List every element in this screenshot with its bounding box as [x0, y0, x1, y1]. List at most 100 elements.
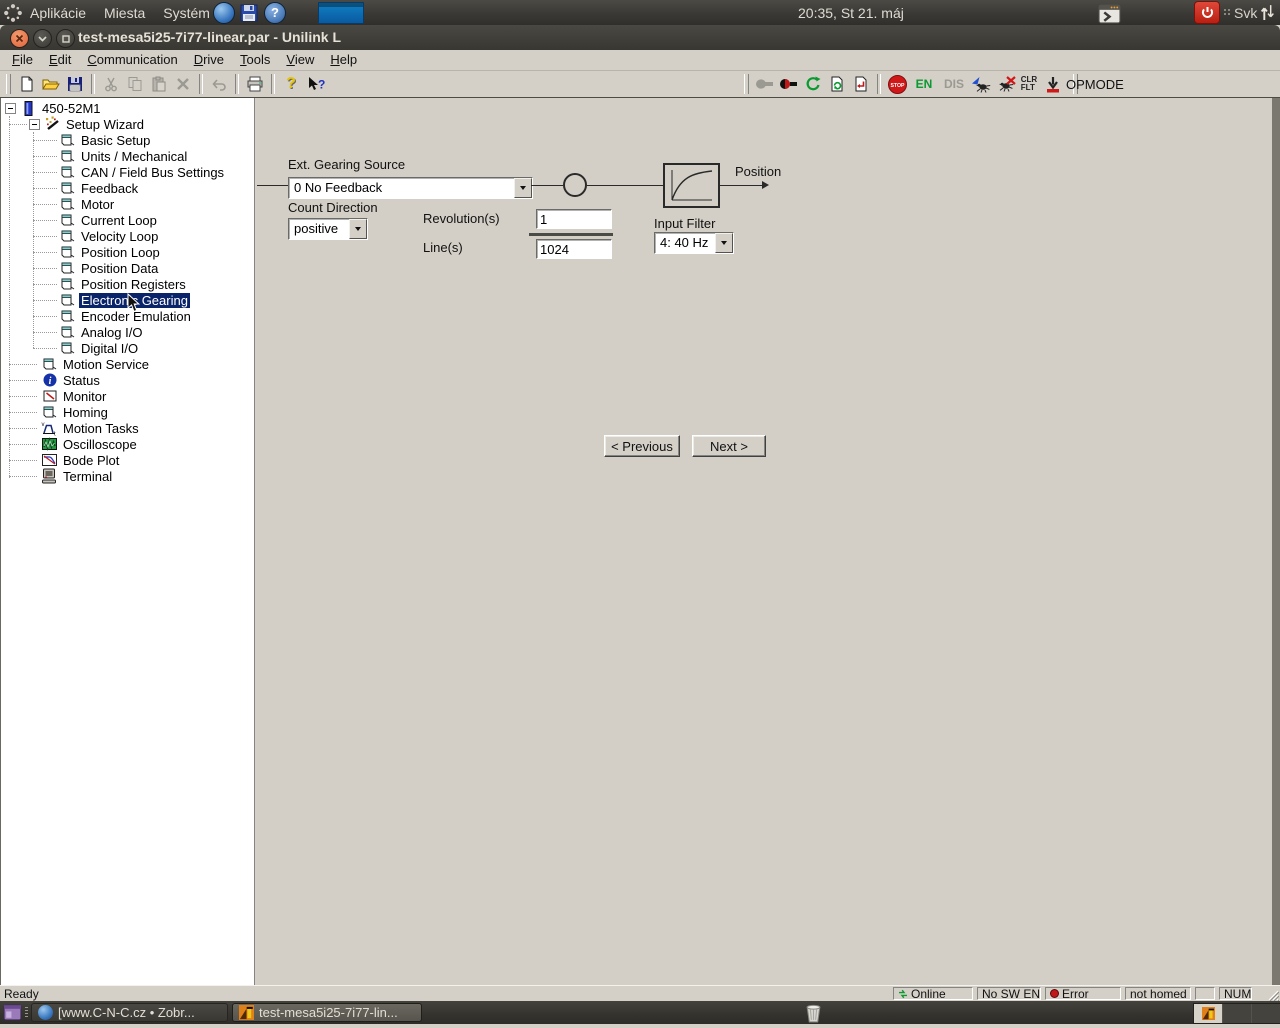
- save-to-drive-button[interactable]: [1041, 72, 1065, 96]
- debug-receive-icon[interactable]: [969, 72, 993, 96]
- taskbar-button-2[interactable]: test-mesa5i25-7i77-lin...: [232, 1003, 422, 1022]
- tree-item-basic-setup[interactable]: Basic Setup: [1, 132, 254, 148]
- new-file-button[interactable]: [15, 72, 39, 96]
- menu-tools[interactable]: Tools: [232, 50, 278, 70]
- count-direction-value: positive: [290, 220, 350, 238]
- tree-item-status[interactable]: iStatus: [1, 372, 254, 388]
- tree-item-velocity-loop[interactable]: Velocity Loop: [1, 228, 254, 244]
- clock[interactable]: 20:35, St 21. máj: [798, 0, 904, 25]
- panel-menu-syst-m[interactable]: Systém: [163, 5, 210, 21]
- open-file-button[interactable]: [39, 72, 63, 96]
- panel-menu-miesta[interactable]: Miesta: [104, 5, 145, 21]
- ext-gearing-source-combobox[interactable]: 0 No Feedback: [288, 177, 533, 199]
- save-button[interactable]: [63, 72, 87, 96]
- enable-button[interactable]: EN: [909, 72, 939, 96]
- debug-clear-icon[interactable]: [993, 72, 1017, 96]
- menu-communication[interactable]: Communication: [79, 50, 185, 70]
- refresh-button[interactable]: [801, 72, 825, 96]
- print-button[interactable]: [243, 72, 267, 96]
- toolbar: ? ? STOP EN DIS CLRFLT OPMODE 1: Analog …: [0, 71, 1280, 97]
- stop-button[interactable]: STOP: [885, 72, 909, 96]
- tree-panel: 450-52M1Setup WizardBasic SetupUnits / M…: [0, 98, 255, 985]
- tree-item-digital-i-o[interactable]: Digital I/O: [1, 340, 254, 356]
- browser-launcher-icon[interactable]: [213, 0, 235, 25]
- previous-button[interactable]: < Previous: [604, 435, 680, 457]
- tree-item-oscilloscope[interactable]: Oscilloscope: [1, 436, 254, 452]
- count-direction-combobox[interactable]: positive: [288, 218, 368, 240]
- tree-item-setup-wizard[interactable]: Setup Wizard: [1, 116, 254, 132]
- menu-edit[interactable]: Edit: [41, 50, 79, 70]
- tree-item-can-field-bus-settings[interactable]: CAN / Field Bus Settings: [1, 164, 254, 180]
- toolbar-grip[interactable]: [6, 74, 11, 94]
- chevron-down-icon[interactable]: [715, 233, 733, 253]
- tree-item-monitor[interactable]: Monitor: [1, 388, 254, 404]
- tree-item-label: Position Data: [79, 261, 160, 276]
- status-panel-online: Online: [893, 987, 973, 1000]
- tree-item-position-data[interactable]: Position Data: [1, 260, 254, 276]
- help-launcher-icon[interactable]: ?: [264, 0, 286, 25]
- mouse-cursor: [127, 293, 140, 313]
- tree-item-homing[interactable]: Homing: [1, 404, 254, 420]
- menu-help[interactable]: Help: [322, 50, 365, 70]
- resize-grip[interactable]: [1266, 988, 1279, 1001]
- tree-item-analog-i-o[interactable]: Analog I/O: [1, 324, 254, 340]
- filter-block-diagram: [663, 163, 720, 208]
- tree-item-450-52m1[interactable]: 450-52M1: [1, 100, 254, 116]
- menu-view[interactable]: View: [278, 50, 322, 70]
- chevron-down-icon[interactable]: [349, 219, 367, 239]
- tree-item-motion-tasks[interactable]: vtMotion Tasks: [1, 420, 254, 436]
- tree-item-units-mechanical[interactable]: Units / Mechanical: [1, 148, 254, 164]
- tree-item-bode-plot[interactable]: Bode Plot: [1, 452, 254, 468]
- tree-item-feedback[interactable]: Feedback: [1, 180, 254, 196]
- toolbar-grip[interactable]: [744, 74, 749, 94]
- revolutions-input[interactable]: [536, 209, 612, 229]
- clear-fault-button[interactable]: CLRFLT: [1017, 72, 1041, 96]
- tree-item-position-registers[interactable]: Position Registers: [1, 276, 254, 292]
- power-button-icon[interactable]: [1194, 2, 1220, 23]
- workspace-3[interactable]: [1251, 1004, 1280, 1023]
- panel-menu-aplik-cie[interactable]: Aplikácie: [30, 5, 86, 21]
- lines-input[interactable]: [536, 239, 612, 259]
- toolbar-separator: [91, 74, 95, 94]
- menu-file[interactable]: File: [4, 50, 41, 70]
- workspace-2[interactable]: [1222, 1004, 1251, 1023]
- trash-icon[interactable]: [804, 1002, 823, 1028]
- taskbar-button-label: test-mesa5i25-7i77-lin...: [259, 1005, 398, 1020]
- tree-item-terminal[interactable]: Terminal: [1, 468, 254, 484]
- chevron-down-icon[interactable]: [514, 178, 532, 198]
- menu-drive[interactable]: Drive: [186, 50, 232, 70]
- write-params-button[interactable]: [849, 72, 873, 96]
- reload-params-button[interactable]: [825, 72, 849, 96]
- minimize-button[interactable]: [33, 29, 52, 48]
- tree-item-current-loop[interactable]: Current Loop: [1, 212, 254, 228]
- connect-offline-icon[interactable]: [753, 72, 777, 96]
- tree-expander-icon[interactable]: [29, 119, 40, 130]
- tree-expander-icon[interactable]: [5, 103, 16, 114]
- revolutions-label: Revolution(s): [423, 211, 500, 226]
- window-titlebar[interactable]: test-mesa5i25-7i77-linear.par - Unilink …: [0, 25, 1280, 50]
- close-button[interactable]: [10, 29, 29, 48]
- help-button[interactable]: ?: [279, 72, 303, 96]
- connect-online-icon[interactable]: [777, 72, 801, 96]
- tree-item-position-loop[interactable]: Position Loop: [1, 244, 254, 260]
- terminal-tray-icon[interactable]: [1098, 1, 1121, 26]
- distro-logo-icon[interactable]: [3, 0, 23, 25]
- save-tray-icon[interactable]: [239, 0, 259, 25]
- next-button[interactable]: Next >: [692, 435, 766, 457]
- taskbar-button-1[interactable]: [www.C-N-C.cz • Zobr...: [31, 1003, 228, 1022]
- keyboard-layout-indicator[interactable]: Svk: [1234, 0, 1257, 25]
- tree-item-label: Terminal: [61, 469, 114, 484]
- page-icon: [59, 196, 76, 212]
- tree-item-motion-service[interactable]: Motion Service: [1, 356, 254, 372]
- tree-item-motor[interactable]: Motor: [1, 196, 254, 212]
- input-filter-combobox[interactable]: 4: 40 Hz: [654, 232, 734, 254]
- signal-wire: [587, 185, 663, 186]
- context-help-button[interactable]: ?: [303, 72, 327, 96]
- updown-arrows-icon[interactable]: [1260, 0, 1275, 25]
- count-direction-label: Count Direction: [288, 200, 378, 215]
- taskbar-handle[interactable]: [25, 1007, 28, 1019]
- workspace-1[interactable]: [1194, 1004, 1222, 1023]
- show-desktop-icon[interactable]: [3, 1003, 22, 1027]
- window-thumbnail[interactable]: [318, 2, 364, 23]
- maximize-button[interactable]: [56, 29, 75, 48]
